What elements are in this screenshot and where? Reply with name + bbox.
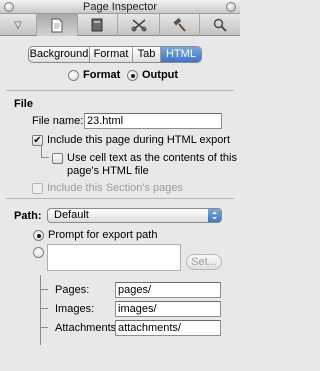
output-radio[interactable] [127, 70, 138, 81]
path-popup-value: Default [54, 209, 89, 221]
tree-line [40, 289, 48, 290]
file-section-label: File [14, 98, 33, 110]
tools-icon [131, 19, 146, 32]
title-bar: Page Inspector [0, 0, 240, 14]
tab-format[interactable]: Format [90, 47, 133, 62]
tree-line [41, 157, 49, 158]
prompt-export-radio[interactable] [33, 230, 44, 241]
tree-line [40, 308, 48, 309]
book-icon [91, 18, 103, 32]
output-label: Output [142, 69, 179, 81]
attachments-field[interactable]: attachments/ [115, 320, 221, 336]
include-page-label: Include this page during HTML export [47, 134, 231, 146]
search-icon [213, 18, 227, 32]
tab-background[interactable]: Background [29, 47, 90, 62]
set-button[interactable]: Set... [186, 254, 222, 270]
images-label: Images: [55, 303, 95, 315]
format-radio[interactable] [68, 70, 79, 81]
tool-search[interactable] [200, 14, 240, 36]
tool-book[interactable] [78, 14, 118, 36]
divider [6, 90, 234, 91]
tree-line [40, 275, 41, 345]
tab-bar: Background Format Tab HTML [28, 46, 202, 63]
file-name-field[interactable]: 23.html [84, 113, 222, 129]
tab-tab[interactable]: Tab [133, 47, 161, 62]
pages-label: Pages: [55, 284, 90, 296]
divider [6, 198, 234, 199]
tool-page[interactable] [37, 14, 78, 36]
tool-cut[interactable] [118, 14, 160, 36]
file-name-label: File name: [32, 115, 84, 127]
tree-line [40, 327, 48, 328]
hammer-icon [173, 17, 186, 32]
prompt-export-label: Prompt for export path [48, 229, 158, 241]
tool-hammer[interactable] [160, 14, 200, 36]
attachments-label: Attachments: [55, 322, 120, 334]
custom-path-field[interactable] [47, 244, 181, 271]
path-label: Path: [14, 210, 42, 222]
window-title: Page Inspector [83, 1, 157, 13]
triangle-icon: ▽ [14, 19, 22, 31]
inspector-toolbar: ▽ [0, 14, 240, 36]
popup-arrows-icon [208, 209, 221, 222]
cell-text-label-1: Use cell text as the contents of this [67, 152, 237, 164]
section-pages-checkbox[interactable] [32, 183, 43, 194]
custom-path-radio[interactable] [33, 247, 44, 258]
pages-field[interactable]: pages/ [115, 282, 221, 298]
section-pages-label: Include this Section's pages [47, 182, 184, 194]
tab-html[interactable]: HTML [161, 47, 201, 62]
path-popup[interactable]: Default [47, 208, 222, 223]
format-label: Format [83, 69, 121, 81]
tool-disclosure[interactable]: ▽ [0, 14, 37, 36]
cell-text-label-2: page's HTML file [67, 165, 149, 177]
page-icon [51, 18, 63, 32]
images-field[interactable]: images/ [115, 301, 221, 317]
cell-text-checkbox[interactable] [52, 153, 63, 164]
tree-line [41, 145, 42, 157]
